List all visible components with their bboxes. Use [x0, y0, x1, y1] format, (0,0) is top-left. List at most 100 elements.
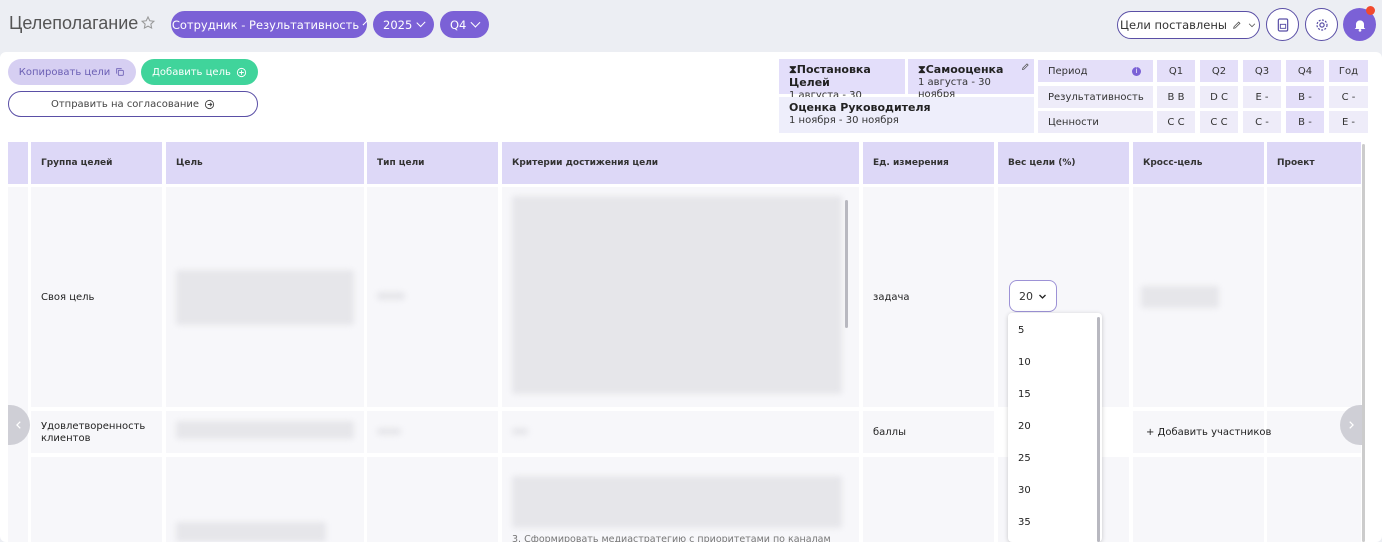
table-row: [502, 411, 859, 453]
info-icon[interactable]: i: [1132, 66, 1141, 76]
excel-file-icon: [1277, 17, 1288, 32]
period-value: E -: [1329, 111, 1368, 133]
criteria-text: 3. Сформировать медиастратегию с приорит…: [512, 534, 831, 542]
copy-goals-button[interactable]: Копировать цели: [8, 59, 136, 85]
table-row: [367, 457, 498, 542]
add-goal-label: Добавить цель: [152, 66, 231, 78]
period-value: B -: [1286, 111, 1324, 133]
period-row-label: Ценности: [1038, 111, 1153, 133]
stage-manager-assessment: Оценка Руководителя 1 ноября - 30 ноября: [779, 97, 1034, 133]
stage-dates: 1 ноября - 30 ноября: [789, 115, 899, 126]
export-excel-button[interactable]: [1266, 8, 1299, 41]
weight-option[interactable]: 35: [1018, 517, 1031, 528]
period-col-q4: Q4: [1286, 60, 1324, 82]
weight-select[interactable]: 20: [1009, 280, 1057, 312]
add-goal-button[interactable]: Добавить цель: [141, 59, 258, 85]
weight-option[interactable]: 5: [1018, 325, 1024, 336]
send-for-approval-label: Отправить на согласование: [50, 98, 200, 110]
chevron-down-icon: [416, 18, 426, 27]
stage-title: Самооценка: [925, 63, 1004, 76]
bell-icon: [1354, 19, 1365, 32]
period-label: Период: [1048, 65, 1088, 77]
year-filter-label: 2025: [383, 17, 413, 32]
top-bar: Целеполагание Сотрудник - Результативнос…: [0, 0, 1382, 50]
year-filter[interactable]: 2025: [373, 11, 434, 38]
chevron-down-icon: [1248, 23, 1256, 28]
period-value: C C: [1157, 111, 1195, 133]
weight-option[interactable]: 20: [1018, 421, 1031, 432]
col-header-project: Проект: [1267, 142, 1361, 184]
chevron-down-icon: [362, 19, 369, 26]
weight-dropdown: 5 10 15 20 25 30 35: [1008, 313, 1102, 542]
star-icon[interactable]: [140, 15, 156, 31]
goal-text-redacted: [176, 421, 354, 439]
role-filter[interactable]: Сотрудник - Результативность: [171, 11, 369, 38]
period-value: C C: [1200, 111, 1238, 133]
period-value: B B: [1157, 86, 1195, 108]
send-for-approval-button[interactable]: Отправить на согласование: [8, 91, 258, 117]
col-header-type: Тип цели: [367, 142, 498, 184]
chevron-down-icon: [470, 17, 481, 28]
table-row: [1267, 457, 1361, 542]
weight-option[interactable]: 15: [1018, 389, 1031, 400]
period-value: C -: [1329, 86, 1368, 108]
col-header-criteria: Критерии достижения цели: [502, 142, 859, 184]
chevron-right-icon: [1349, 421, 1354, 429]
stage-title: Постановка Целей: [789, 63, 871, 89]
period-header-label: Период i: [1038, 60, 1153, 82]
chevron-down-icon: [1039, 294, 1046, 299]
notification-badge: [1366, 6, 1375, 15]
goal-type-redacted: [377, 292, 405, 300]
copy-goals-label: Копировать цели: [18, 66, 111, 78]
quarter-filter[interactable]: Q4: [440, 11, 489, 38]
weight-option[interactable]: 25: [1018, 453, 1031, 464]
role-filter-label: Сотрудник - Результативность: [171, 17, 360, 32]
goal-text-redacted: [176, 270, 354, 325]
stage-goal-setting: ⧗Постановка Целей 1 августа - 30 октября: [779, 59, 905, 113]
hourglass-icon: ⧗: [918, 63, 926, 76]
add-participants-link[interactable]: + Добавить участников: [1146, 427, 1271, 438]
hourglass-icon: ⧗: [789, 63, 797, 76]
weight-option[interactable]: 10: [1018, 357, 1031, 368]
table-row: [863, 457, 994, 542]
goals-status-label: Цели поставлены: [1120, 18, 1227, 32]
period-row-label: Результативность: [1038, 86, 1153, 108]
col-header-cross-goal: Кросс-цель: [1133, 142, 1264, 184]
period-value: B -: [1286, 86, 1324, 108]
copy-icon: [116, 68, 124, 76]
stage-title: Оценка Руководителя: [789, 101, 931, 114]
period-col-q3: Q3: [1243, 60, 1281, 82]
goal-group: Своя цель: [41, 292, 95, 303]
table-scrollbar[interactable]: [1362, 144, 1365, 542]
col-header-group: Группа целей: [31, 142, 162, 184]
settings-button[interactable]: [1305, 8, 1338, 41]
cross-goal-people-redacted: [1141, 286, 1219, 308]
goal-text-redacted: [176, 522, 326, 542]
stage-self-assessment: ⧗Самооценка 1 августа - 30 ноября: [908, 59, 1034, 100]
dropdown-scrollbar[interactable]: [1097, 317, 1100, 542]
col-header-weight: Вес цели (%): [998, 142, 1129, 184]
criteria-text-redacted: [512, 476, 842, 528]
criteria-text-redacted: [512, 428, 528, 435]
period-col-year: Год: [1329, 60, 1368, 82]
goal-unit: баллы: [873, 427, 906, 438]
table-header-spacer: [8, 142, 28, 184]
period-col-q1: Q1: [1157, 60, 1195, 82]
page-title: Целеполагание: [9, 13, 139, 33]
cell-scrollbar[interactable]: [845, 200, 848, 328]
period-value: D C: [1200, 86, 1238, 108]
goals-status-dropdown[interactable]: Цели поставлены: [1117, 11, 1260, 39]
period-col-q2: Q2: [1200, 60, 1238, 82]
arrow-right-circle-icon: [204, 99, 215, 109]
weight-option[interactable]: 30: [1018, 485, 1031, 496]
plus-circle-icon: [236, 67, 246, 77]
row-gutter: [8, 187, 28, 542]
goal-group: Удовлетворенность клиентов: [41, 421, 146, 444]
gear-icon: [1315, 18, 1328, 31]
col-header-unit: Ед. измерения: [863, 142, 994, 184]
col-header-goal: Цель: [166, 142, 364, 184]
table-row: [1133, 457, 1264, 542]
period-value: E -: [1243, 86, 1281, 108]
pencil-icon[interactable]: [1021, 62, 1030, 71]
quarter-filter-label: Q4: [450, 17, 467, 32]
